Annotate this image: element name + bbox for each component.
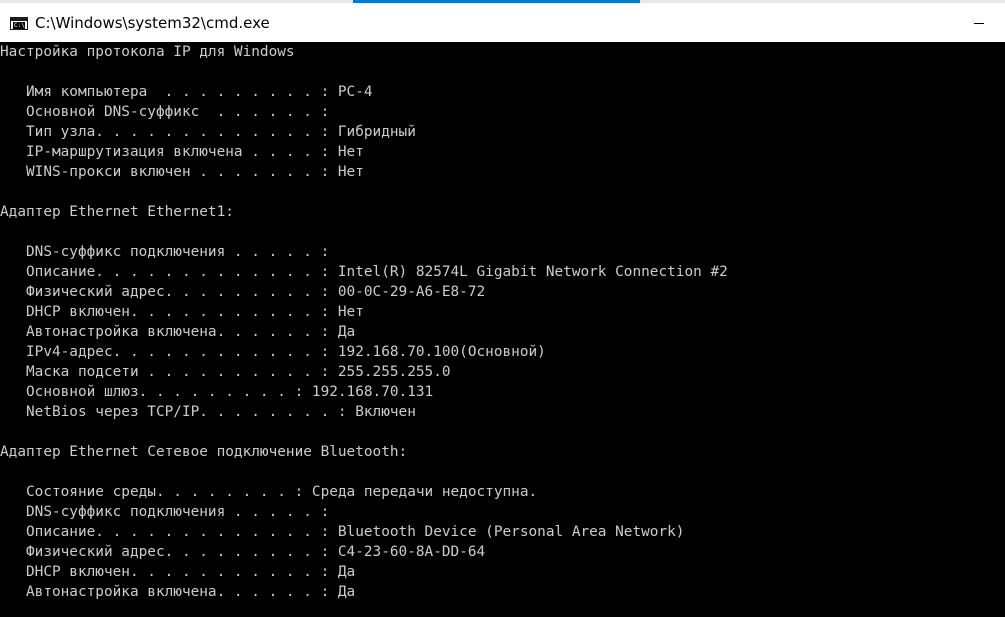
console-line: Основной DNS-суффикс . . . . . . : <box>0 104 330 120</box>
title-bar[interactable]: C:\ C:\Windows\system32\cmd.exe <box>0 3 1005 43</box>
console-line: IPv4-адрес. . . . . . . . . . . . : 192.… <box>0 344 546 360</box>
console-line: Описание. . . . . . . . . . . . . : Blue… <box>0 524 685 540</box>
cmd-window: C:\ C:\Windows\system32\cmd.exe Настройк… <box>0 0 1005 617</box>
console-line: Адаптер Ethernet Ethernet1: <box>0 204 234 220</box>
cmd-console-icon[interactable]: C:\ <box>10 16 28 30</box>
console-line: Основной шлюз. . . . . . . . . : 192.168… <box>0 384 434 400</box>
console-line: Тип узла. . . . . . . . . . . . . : Гибр… <box>0 124 416 140</box>
console-output[interactable]: Настройка протокола IP для Windows Имя к… <box>0 42 1005 617</box>
cmd-icon-glyph: C:\ <box>14 21 25 29</box>
minimize-button[interactable] <box>953 3 1005 43</box>
console-line: Настройка протокола IP для Windows <box>0 44 295 60</box>
console-line: WINS-прокси включен . . . . . . . : Нет <box>0 164 364 180</box>
window-title: C:\Windows\system32\cmd.exe <box>35 14 270 32</box>
console-line: DHCP включен. . . . . . . . . . . : Да <box>0 564 356 580</box>
minimize-icon <box>974 22 984 24</box>
console-line: Адаптер Ethernet Сетевое подключение Blu… <box>0 444 408 460</box>
console-line: Имя компьютера . . . . . . . . . : PC-4 <box>0 84 373 100</box>
console-line: Состояние среды. . . . . . . . : Среда п… <box>0 484 538 500</box>
console-line: DNS-суффикс подключения . . . . . : <box>0 504 330 520</box>
console-line: DNS-суффикс подключения . . . . . : <box>0 244 330 260</box>
console-line: Описание. . . . . . . . . . . . . : Inte… <box>0 264 728 280</box>
console-line: Автонастройка включена. . . . . . : Да <box>0 324 356 340</box>
console-line: Физический адрес. . . . . . . . . : C4-2… <box>0 544 486 560</box>
console-line: NetBios через TCP/IP. . . . . . . . : Вк… <box>0 404 416 420</box>
console-line: DHCP включен. . . . . . . . . . . : Нет <box>0 304 364 320</box>
console-line: IP-маршрутизация включена . . . . : Нет <box>0 144 364 160</box>
console-line: Маска подсети . . . . . . . . . . : 255.… <box>0 364 451 380</box>
console-line: Автонастройка включена. . . . . . : Да <box>0 584 356 600</box>
console-line: Физический адрес. . . . . . . . . : 00-0… <box>0 284 486 300</box>
